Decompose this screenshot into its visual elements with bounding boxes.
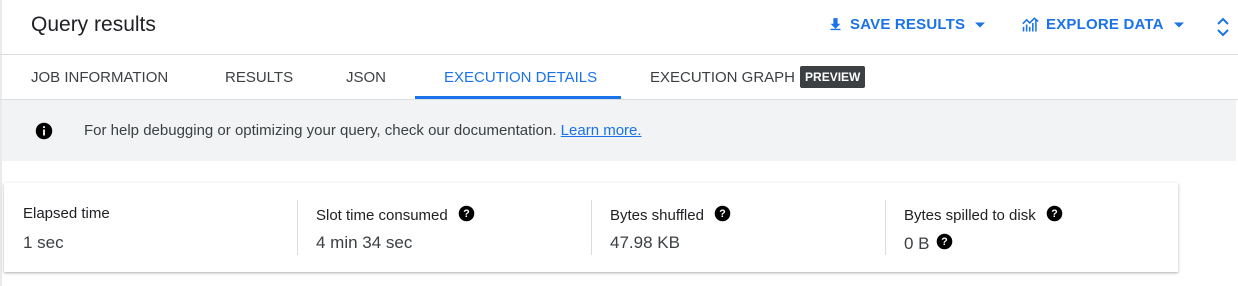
tab-label: JOB INFORMATION <box>31 68 169 86</box>
svg-text:?: ? <box>719 208 725 220</box>
tab-bar: JOB INFORMATION RESULTS JSON EXECUTION D… <box>0 55 1238 100</box>
stat-label-text: Bytes shuffled <box>610 207 704 224</box>
tab-label: EXECUTION DETAILS <box>444 68 598 86</box>
stat-value: 4 min 34 sec <box>316 233 412 253</box>
svg-text:?: ? <box>941 236 947 248</box>
tab-execution-graph[interactable]: EXECUTION GRAPH PREVIEW <box>650 55 866 99</box>
tab-label: RESULTS <box>225 68 294 86</box>
help-icon[interactable]: ? <box>1046 205 1063 226</box>
banner-text: For help debugging or optimizing your qu… <box>84 122 557 139</box>
tab-label: JSON <box>346 68 387 86</box>
help-icon[interactable]: ? <box>936 233 953 255</box>
stat-label-text: Bytes spilled to disk <box>904 207 1036 224</box>
explore-data-label: EXPLORE DATA <box>1046 16 1164 33</box>
help-icon[interactable]: ? <box>714 205 731 226</box>
download-icon <box>827 16 844 33</box>
execution-stats-card: Elapsed time 1 sec Slot time consumed ? … <box>4 183 1178 272</box>
svg-text:?: ? <box>1051 208 1057 220</box>
tab-results[interactable]: RESULTS <box>225 55 293 99</box>
stat-value-text: 1 sec <box>23 233 64 252</box>
tab-execution-details[interactable]: EXECUTION DETAILS <box>444 55 597 99</box>
tab-label: EXECUTION GRAPH <box>650 68 796 86</box>
stat-label-text: Elapsed time <box>23 205 110 222</box>
stat-label: Elapsed time <box>23 205 110 222</box>
stat-label: Bytes spilled to disk ? <box>904 205 1063 226</box>
unfold-icon[interactable] <box>1216 16 1230 43</box>
help-banner: For help debugging or optimizing your qu… <box>2 100 1236 161</box>
chart-icon <box>1021 16 1040 33</box>
results-header: Query results SAVE RESULTS EXPLORE DATA <box>0 0 1238 55</box>
info-icon <box>35 122 53 145</box>
stat-value-text: 47.98 KB <box>610 233 680 252</box>
stat-label: Slot time consumed ? <box>316 205 475 226</box>
active-tab-indicator <box>415 96 621 99</box>
caret-down-icon <box>975 22 986 28</box>
tab-json[interactable]: JSON <box>346 55 386 99</box>
stat-value: 1 sec <box>23 233 64 253</box>
explore-data-button[interactable]: EXPLORE DATA <box>1021 16 1184 33</box>
page-title: Query results <box>31 13 156 36</box>
stat-value: 0 B ? <box>904 233 953 255</box>
stat-value-text: 0 B <box>904 234 930 253</box>
learn-more-link[interactable]: Learn more. <box>561 122 642 139</box>
svg-text:?: ? <box>463 208 469 220</box>
divider <box>591 200 592 255</box>
stat-value: 47.98 KB <box>610 233 680 253</box>
preview-badge: PREVIEW <box>800 66 866 88</box>
save-results-label: SAVE RESULTS <box>850 16 966 33</box>
save-results-button[interactable]: SAVE RESULTS <box>827 16 986 33</box>
stat-label-text: Slot time consumed <box>316 207 448 224</box>
divider <box>885 200 886 255</box>
help-icon[interactable]: ? <box>458 205 475 226</box>
tab-job-information[interactable]: JOB INFORMATION <box>31 55 168 99</box>
banner-message: For help debugging or optimizing your qu… <box>84 122 642 139</box>
stat-label: Bytes shuffled ? <box>610 205 731 226</box>
divider <box>297 200 298 255</box>
caret-down-icon <box>1173 22 1184 28</box>
stat-value-text: 4 min 34 sec <box>316 233 413 252</box>
